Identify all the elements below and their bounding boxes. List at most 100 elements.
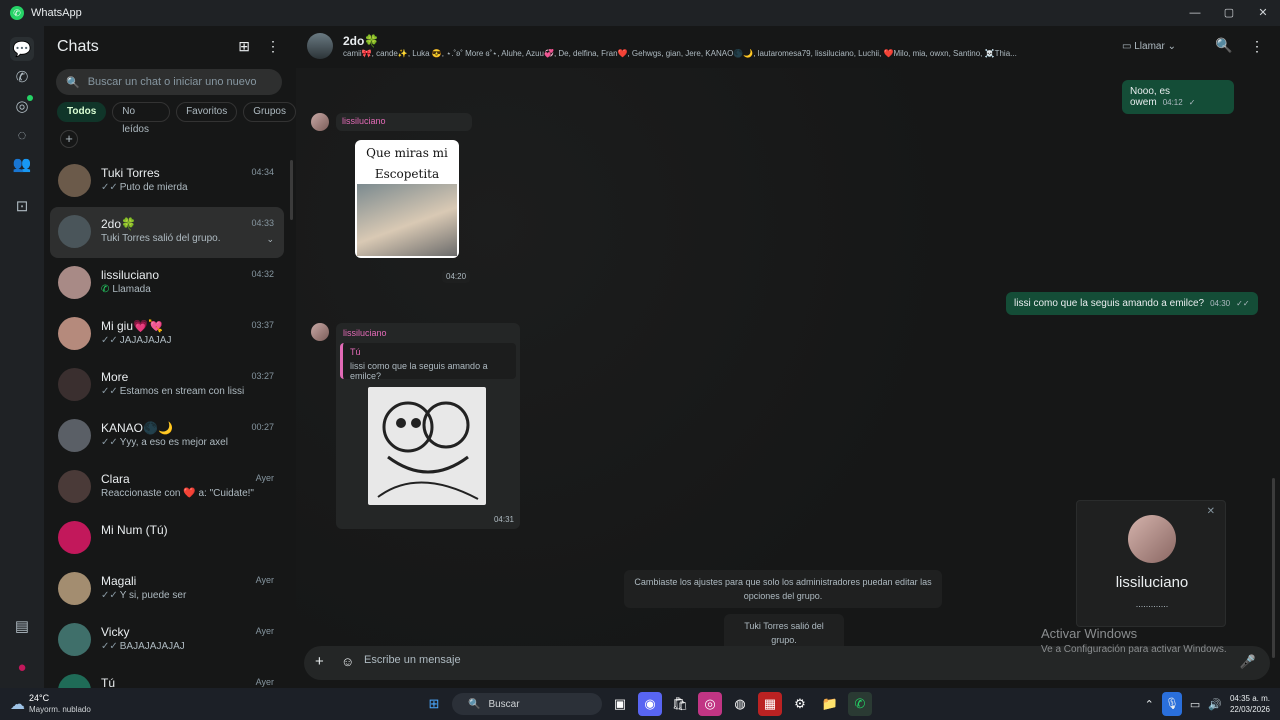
avatar[interactable] xyxy=(58,572,91,605)
chat-item[interactable]: Clara Ayer Reaccionaste con ❤️ a: "Cuidate… xyxy=(50,462,284,513)
chat-item[interactable]: lissiluciano 04:32 ✆ Llamada xyxy=(50,258,284,309)
news-app-icon[interactable]: ▦ xyxy=(758,692,782,716)
avatar[interactable] xyxy=(58,470,91,503)
quoted-message[interactable]: Tú lissi como que la seguis amando a emi… xyxy=(340,343,516,381)
network-icon[interactable]: ▭ xyxy=(1190,698,1200,711)
chat-search-icon[interactable]: 🔍 xyxy=(1215,37,1232,54)
instagram-icon[interactable]: ◎ xyxy=(698,692,722,716)
clock[interactable]: 04:35 a. m. 22/03/2026 xyxy=(1230,693,1270,715)
steam-icon[interactable]: ⚙ xyxy=(788,692,812,716)
sidebar-menu-icon[interactable]: ⋮ xyxy=(266,38,280,55)
maximize-button[interactable]: ▢ xyxy=(1212,0,1246,26)
clock-date: 22/03/2026 xyxy=(1229,705,1270,714)
incoming-message[interactable]: lissiluciano Tú lissi como que la seguis… xyxy=(336,323,520,529)
sender-name[interactable]: lissiluciano xyxy=(343,328,387,338)
chat-item[interactable]: KANAO🌑🌙 00:27 ✓✓ Yyy, a eso es mejor axel xyxy=(50,411,284,462)
preview-text: Y si, puede ser xyxy=(119,590,187,601)
image-attachment[interactable] xyxy=(368,387,486,505)
avatar[interactable] xyxy=(58,164,91,197)
close-icon[interactable]: ✕ xyxy=(1207,506,1215,517)
whatsapp-taskbar-icon[interactable]: ✆ xyxy=(848,692,872,716)
activate-windows-watermark: Activar Windows Ve a Configuración para … xyxy=(1041,626,1227,655)
avatar[interactable] xyxy=(58,317,91,350)
avatar[interactable] xyxy=(58,266,91,299)
chat-name: More xyxy=(101,370,129,384)
attach-plus-icon[interactable]: + xyxy=(315,653,324,670)
chat-scrollbar[interactable] xyxy=(1272,478,1275,658)
outgoing-message[interactable]: lissi como que la seguis amando a emilce… xyxy=(1006,292,1258,315)
chevron-down-icon[interactable]: ⌄ xyxy=(266,234,274,245)
call-button[interactable]: ▭ Llamar ⌄ xyxy=(1122,41,1176,52)
avatar[interactable] xyxy=(58,623,91,656)
chat-item[interactable]: Vicky Ayer ✓✓ BAJAJAJAJAJ xyxy=(50,615,284,666)
sender-header: lissiluciano xyxy=(336,113,472,131)
close-button[interactable]: ✕ xyxy=(1246,0,1280,26)
chat-header[interactable]: 2do🍀 camii🎀, cande✨, Luka 😎, ⋆.˚ʚ˚ More … xyxy=(296,26,1280,68)
sidebar-scrollbar[interactable] xyxy=(290,160,293,220)
calls-icon[interactable]: ✆ xyxy=(10,65,34,89)
chat-item[interactable]: More 03:27 ✓✓ Estamos en stream con lissi xyxy=(50,360,284,411)
chat-preview: Tuki Torres salió del grupo. xyxy=(101,233,221,244)
emoji-icon[interactable]: ☺ xyxy=(341,654,354,669)
file-explorer-icon[interactable]: 📁 xyxy=(818,692,842,716)
chat-preview: ✓✓ JAJAJAJAJ xyxy=(101,335,171,346)
filter-groups[interactable]: Grupos xyxy=(243,102,296,122)
taskbar-search-label: Buscar xyxy=(488,698,520,710)
chat-search[interactable]: 🔍 xyxy=(56,69,282,95)
chat-item[interactable]: 2do🍀 04:33 Tuki Torres salió del grupo. ⌄ xyxy=(50,207,284,258)
call-label: Llamar xyxy=(1134,41,1165,52)
sender-name[interactable]: lissiluciano xyxy=(342,116,386,126)
minimize-button[interactable]: — xyxy=(1178,0,1212,26)
message-text: lissi como que la seguis amando a emilce… xyxy=(1014,298,1205,309)
discord-icon[interactable]: ◉ xyxy=(638,692,662,716)
filter-favorites[interactable]: Favoritos xyxy=(176,102,238,122)
chat-item[interactable]: Tuki Torres 04:34 ✓✓ Puto de mierda xyxy=(50,156,284,207)
microphone-icon[interactable]: 🎤 xyxy=(1240,654,1256,670)
channels-icon[interactable]: ◌ xyxy=(10,123,34,147)
archive-icon[interactable]: ⊡ xyxy=(10,194,34,218)
media-icon[interactable]: ▤ xyxy=(10,614,34,638)
call-popup[interactable]: ✕ lissiluciano ............. xyxy=(1076,500,1226,627)
preview-text: Llamada xyxy=(112,284,151,295)
sender-avatar[interactable] xyxy=(311,113,329,131)
avatar[interactable] xyxy=(58,215,91,248)
weather-widget[interactable]: ☁ 24°C Mayorm. nublado xyxy=(10,693,91,715)
profile-icon[interactable]: ● xyxy=(10,655,34,679)
avatar[interactable] xyxy=(58,419,91,452)
chat-item[interactable]: Mi giu💗💘 03:37 ✓✓ JAJAJAJAJ xyxy=(50,309,284,360)
search-icon: 🔍 xyxy=(66,76,80,89)
avatar[interactable] xyxy=(58,368,91,401)
window-controls: — ▢ ✕ xyxy=(1178,0,1280,26)
chat-item[interactable]: Magali Ayer ✓✓ Y si, puede ser xyxy=(50,564,284,615)
filter-unread[interactable]: No leídos xyxy=(112,102,171,135)
group-avatar[interactable] xyxy=(307,33,333,59)
sticker-message[interactable]: Que miras mi Escopetita xyxy=(355,140,459,258)
outgoing-message[interactable]: Nooo, es owem 04:12 ✓ xyxy=(1122,80,1234,114)
store-icon[interactable]: 🛍 xyxy=(668,692,692,716)
chats-icon[interactable]: 💬 xyxy=(10,37,34,61)
windows-start-icon[interactable]: ⊞ xyxy=(422,692,446,716)
avatar[interactable] xyxy=(58,521,91,554)
chevron-up-icon[interactable]: ⌃ xyxy=(1145,698,1154,711)
chat-time: Ayer xyxy=(255,626,274,636)
task-view-icon[interactable]: ▣ xyxy=(608,692,632,716)
sender-avatar[interactable] xyxy=(311,323,329,341)
search-icon: 🔍 xyxy=(468,698,481,710)
temperature: 24°C xyxy=(29,693,50,703)
message-input[interactable] xyxy=(364,654,1224,666)
filter-all[interactable]: Todos xyxy=(57,102,107,122)
chat-time: 04:32 xyxy=(251,269,274,279)
chrome-icon[interactable]: ◍ xyxy=(728,692,752,716)
microphone-icon[interactable]: 🎙 xyxy=(1161,692,1182,716)
add-filter-button[interactable]: + xyxy=(60,130,78,148)
taskbar-search[interactable]: 🔍 Buscar xyxy=(452,693,602,715)
search-input[interactable] xyxy=(87,76,268,88)
communities-icon[interactable]: 👥 xyxy=(10,152,34,176)
call-status: ............. xyxy=(1135,599,1169,609)
volume-icon[interactable]: 🔊 xyxy=(1208,698,1222,711)
chat-item[interactable]: Mi Num (Tú) xyxy=(50,513,284,564)
chat-menu-icon[interactable]: ⋮ xyxy=(1250,38,1264,55)
status-icon[interactable]: ◎ xyxy=(10,94,34,118)
new-chat-icon[interactable]: ⊞ xyxy=(238,38,250,55)
chat-time: Ayer xyxy=(255,473,274,483)
